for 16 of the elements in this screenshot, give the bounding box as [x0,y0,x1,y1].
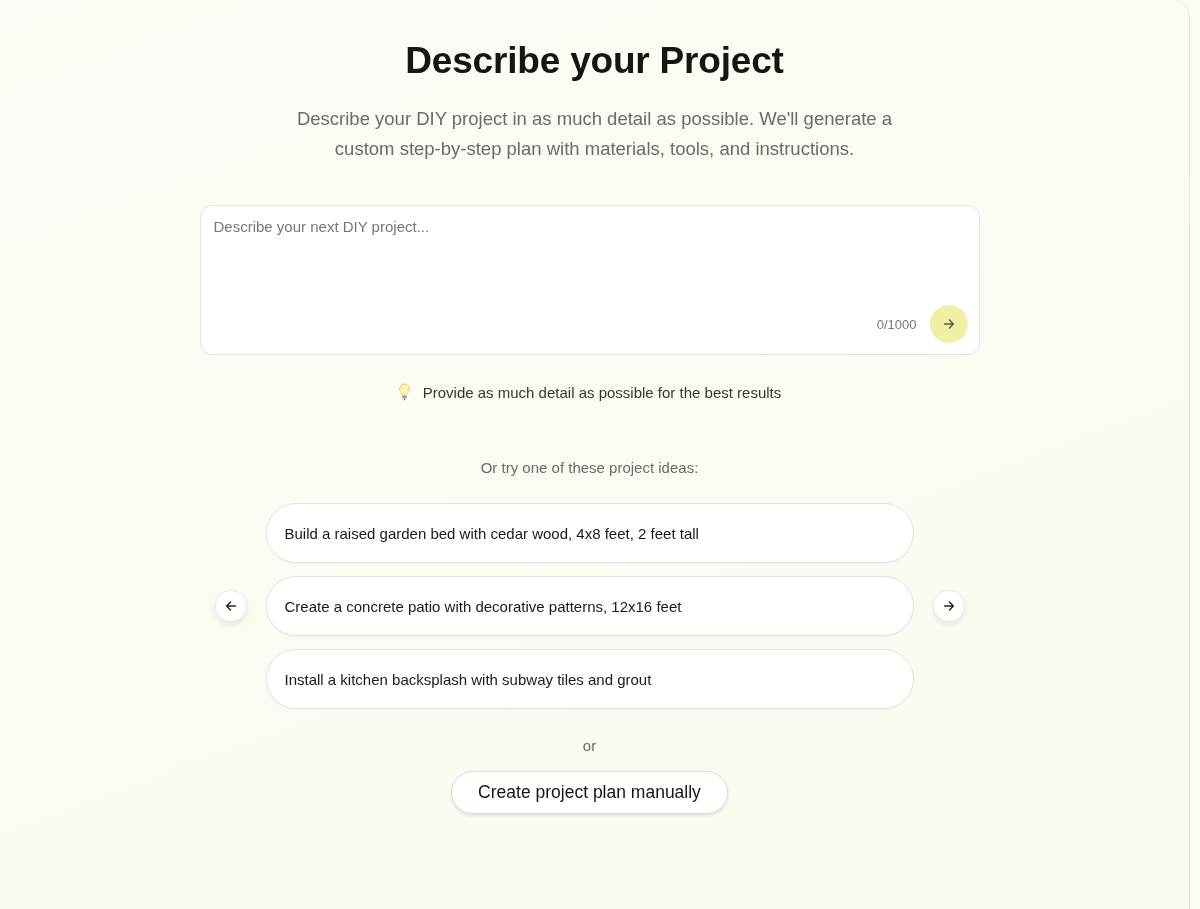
ideas-heading: Or try one of these project ideas: [480,459,699,476]
arrow-right-icon [941,599,956,613]
project-idea[interactable]: Create a concrete patio with decorative patterns, 12x16 feet [265,576,914,636]
arrow-left-icon [223,599,238,613]
character-counter: 0/1000 [876,316,917,332]
project-idea[interactable]: Build a raised garden bed with cedar wood, 4x8 feet, 2 feet tall [265,503,914,563]
next-button[interactable] [932,590,965,622]
create-manually-button[interactable]: Create project plan manually [451,771,728,814]
page-description: Describe your DIY project in as much detail as possible. We'll generate a custom step-by-step plan with materials, tools, and instructions. [295,107,894,161]
page-title: Describe your Project [405,40,784,82]
previous-button[interactable] [214,590,247,622]
project-idea[interactable]: Install a kitchen backsplash with subway tiles and grout [265,649,914,709]
separator-text: or [582,737,597,754]
lightbulb-icon [397,383,411,401]
arrow-right-icon [941,317,956,331]
tip-text: Provide as much detail as possible for the best results [422,383,782,401]
